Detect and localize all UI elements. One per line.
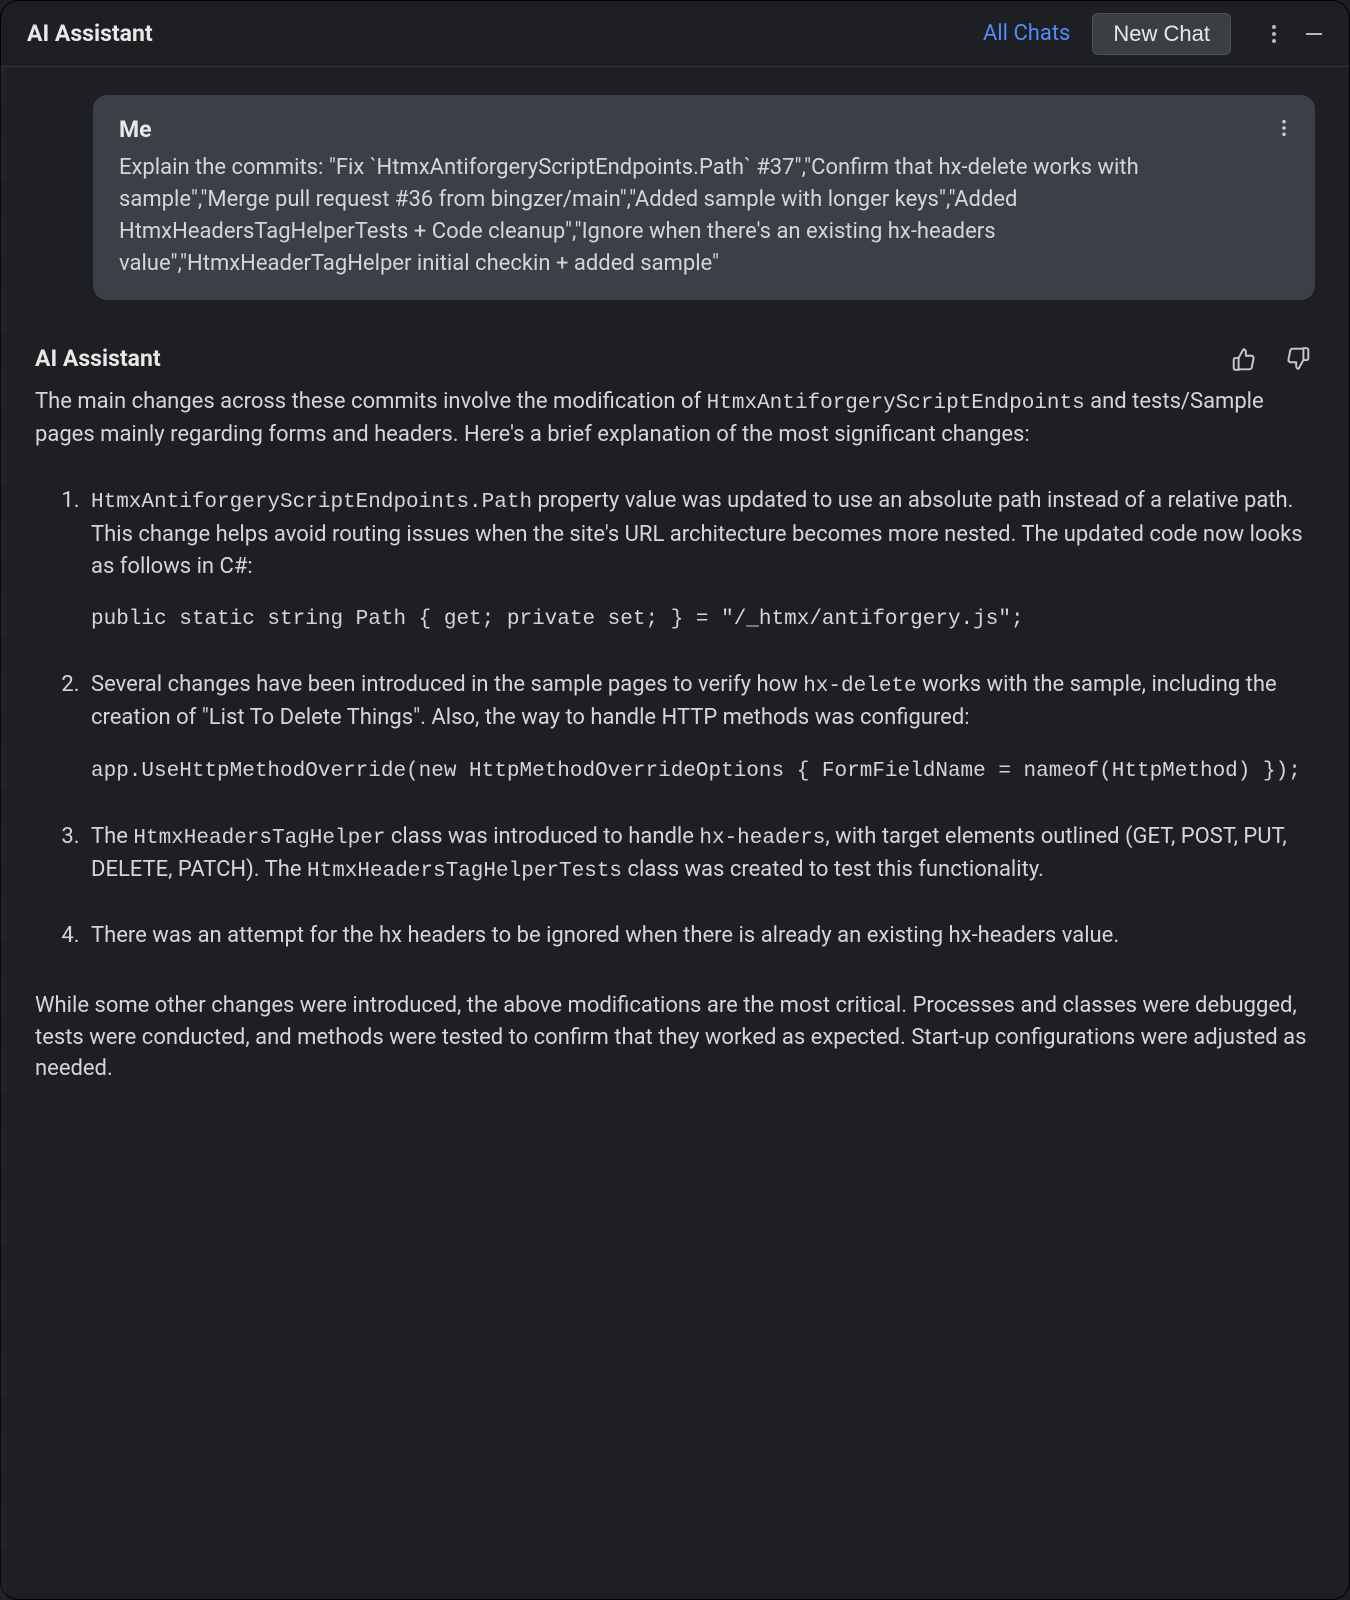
user-message-text: Explain the commits: "Fix `HtmxAntiforge… <box>119 152 1289 280</box>
inline-code: hx-headers <box>699 827 825 850</box>
more-vertical-icon[interactable] <box>1257 17 1291 51</box>
inline-code: HtmxHeadersTagHelper <box>133 827 385 850</box>
inline-code: HtmxHeadersTagHelperTests <box>307 860 622 883</box>
header-bar: AI Assistant All Chats New Chat <box>1 1 1349 67</box>
message-menu-icon[interactable] <box>1267 111 1301 145</box>
minimize-icon[interactable] <box>1297 17 1331 51</box>
all-chats-link[interactable]: All Chats <box>983 18 1070 50</box>
assistant-intro-pre: The main changes across these commits in… <box>35 389 707 414</box>
item-text: The <box>91 824 133 849</box>
thumbs-down-icon[interactable] <box>1281 342 1315 376</box>
assistant-sender-label: AI Assistant <box>35 342 1221 375</box>
assistant-list-item: Several changes have been introduced in … <box>85 669 1315 789</box>
chat-body: Me Explain the commits: "Fix `HtmxAntifo… <box>1 67 1349 1599</box>
assistant-closing: While some other changes were introduced… <box>35 990 1315 1086</box>
editor-gutter <box>0 66 6 1600</box>
item-text: class was created to test this functiona… <box>622 857 1044 882</box>
item-text: There was an attempt for the hx headers … <box>91 923 1119 948</box>
code-block: app.UseHttpMethodOverride(new HttpMethod… <box>91 756 1315 789</box>
new-chat-button[interactable]: New Chat <box>1092 13 1231 55</box>
assistant-intro-code: HtmxAntiforgeryScriptEndpoints <box>707 392 1085 415</box>
user-sender-label: Me <box>119 113 1289 146</box>
inline-code: HtmxAntiforgeryScriptEndpoints.Path <box>91 491 532 514</box>
user-message: Me Explain the commits: "Fix `HtmxAntifo… <box>93 95 1315 300</box>
assistant-list-item: HtmxAntiforgeryScriptEndpoints.Path prop… <box>85 485 1315 637</box>
code-block: public static string Path { get; private… <box>91 604 1315 637</box>
assistant-list-item: There was an attempt for the hx headers … <box>85 920 1315 952</box>
panel-title: AI Assistant <box>27 17 983 50</box>
item-text: class was introduced to handle <box>385 824 699 849</box>
item-text: Several changes have been introduced in … <box>91 672 803 697</box>
inline-code: hx-delete <box>803 675 916 698</box>
thumbs-up-icon[interactable] <box>1227 342 1261 376</box>
assistant-list-item: The HtmxHeadersTagHelper class was intro… <box>85 821 1315 888</box>
assistant-message: AI Assistant The main changes across the… <box>35 342 1315 1085</box>
